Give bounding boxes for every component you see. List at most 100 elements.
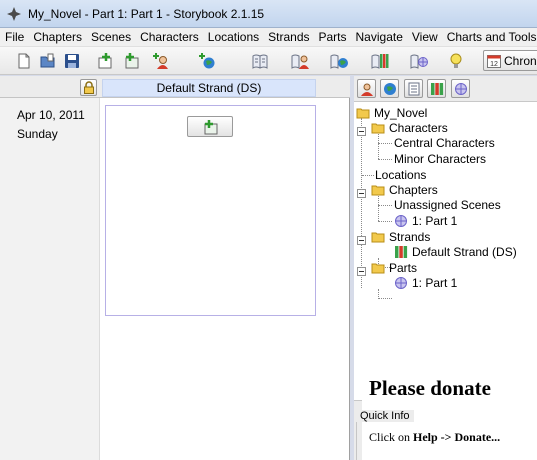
idea-bulb-icon[interactable] <box>446 51 466 71</box>
tree-connector <box>361 118 362 288</box>
strand-book-icon[interactable] <box>370 51 390 71</box>
folder-icon <box>371 263 385 274</box>
show-locations-button[interactable] <box>380 79 399 98</box>
tree-node-label: Central Characters <box>394 136 495 150</box>
tree-node-label: Default Strand (DS) <box>412 245 517 259</box>
folder-icon <box>371 185 385 196</box>
date-label: Apr 10, 2011 <box>17 108 85 122</box>
tree-node-label: 1: Part 1 <box>412 214 458 228</box>
tree-node-part[interactable]: 1: Part 1 <box>394 213 457 229</box>
strand-header: Default Strand (DS) <box>0 76 350 98</box>
menu-locations[interactable]: Locations <box>203 30 263 44</box>
chapter-book-icon[interactable] <box>250 51 270 71</box>
collapse-toggle[interactable] <box>357 236 366 245</box>
menu-view[interactable]: View <box>407 30 442 44</box>
tree-node-label: Strands <box>389 230 431 244</box>
donate-instructions: Click on Help -> Donate... <box>369 430 500 445</box>
menu-file[interactable]: File <box>0 30 28 44</box>
tree-connector <box>378 143 392 144</box>
menu-strands[interactable]: Strands <box>263 30 313 44</box>
collapse-toggle[interactable] <box>357 267 366 276</box>
scene-cell[interactable] <box>105 105 316 316</box>
tree-connector <box>362 175 374 176</box>
tree-node-minor-characters[interactable]: Minor Characters <box>394 151 486 167</box>
tree-node-part-1[interactable]: 1: Part 1 <box>394 275 457 291</box>
date-column: Apr 10, 2011 Sunday <box>0 98 100 460</box>
window-title: My_Novel - Part 1: Part 1 - Storybook 2.… <box>28 7 265 21</box>
tree-connector <box>378 221 392 222</box>
weekday-label: Sunday <box>17 127 58 141</box>
menu-scenes[interactable]: Scenes <box>86 30 135 44</box>
tree-node-locations[interactable]: Locations <box>375 167 426 183</box>
chapter-icon <box>408 82 419 95</box>
character-icon <box>360 83 373 96</box>
show-characters-button[interactable] <box>357 79 376 98</box>
open-folder-icon[interactable] <box>38 51 58 71</box>
tree-node-label: My_Novel <box>374 106 428 120</box>
tree-node-label: Locations <box>375 168 427 182</box>
tree-node-root[interactable]: My_Novel <box>356 105 427 121</box>
main-toolbar: 12 Chron <box>0 47 537 75</box>
folder-icon <box>371 232 385 243</box>
collapse-toggle[interactable] <box>357 189 366 198</box>
menu-characters[interactable]: Characters <box>135 30 203 44</box>
tree-node-label: 1: Part 1 <box>412 276 458 290</box>
tree-node-chapters[interactable]: Chapters <box>371 182 438 198</box>
tree-node-parts[interactable]: Parts <box>371 260 417 276</box>
strand-icon <box>430 82 443 95</box>
project-tree: My_Novel Characters Central Characters M… <box>354 101 537 401</box>
menu-parts[interactable]: Parts <box>314 30 351 44</box>
character-book-icon[interactable] <box>290 51 310 71</box>
part-icon <box>395 277 407 289</box>
tree-node-label: Characters <box>389 121 448 135</box>
show-chapters-button[interactable] <box>404 79 423 98</box>
svg-text:12: 12 <box>490 61 498 68</box>
storybook-app-icon[interactable] <box>6 6 22 22</box>
chrono-label: Chron <box>504 53 537 68</box>
globe-icon <box>383 82 396 95</box>
new-scene-icon <box>204 119 218 134</box>
tree-connector <box>378 298 392 299</box>
menu-charts-and-tools[interactable]: Charts and Tools <box>442 30 537 44</box>
menu-chapters[interactable]: Chapters <box>28 30 86 44</box>
new-file-icon[interactable] <box>14 51 34 71</box>
tree-node-label: Minor Characters <box>394 152 487 166</box>
save-disk-icon[interactable] <box>62 51 82 71</box>
show-strands-button[interactable] <box>427 79 446 98</box>
donate-heading: Please donate <box>369 376 491 400</box>
location-book-icon[interactable] <box>329 51 349 71</box>
tree-node-central-characters[interactable]: Central Characters <box>394 135 495 151</box>
folder-icon <box>356 108 370 119</box>
tree-connector <box>378 159 392 160</box>
new-character-icon[interactable] <box>150 51 170 71</box>
tree-node-label: Parts <box>389 261 418 275</box>
window-title-bar: My_Novel - Part 1: Part 1 - Storybook 2.… <box>0 0 537 28</box>
part-icon <box>454 82 467 95</box>
donate-text-prefix: Click on <box>369 430 413 444</box>
tree-connector <box>378 134 379 159</box>
quick-info-title: Quick Info <box>356 410 414 422</box>
tree-node-unassigned-scenes[interactable]: Unassigned Scenes <box>394 197 501 213</box>
show-parts-button[interactable] <box>451 79 470 98</box>
part-icon <box>395 215 407 227</box>
part-book-icon[interactable] <box>409 51 429 71</box>
new-location-icon[interactable] <box>196 51 216 71</box>
strand-column-header[interactable]: Default Strand (DS) <box>102 79 316 97</box>
tree-connector <box>378 205 392 206</box>
tree-node-characters[interactable]: Characters <box>371 120 448 136</box>
tree-toolbar <box>354 76 537 100</box>
tree-node-default-strand[interactable]: Default Strand (DS) <box>394 244 517 260</box>
donate-menu-path: Help -> Donate... <box>413 430 501 444</box>
new-chapter-icon[interactable] <box>96 51 116 71</box>
tree-node-strands[interactable]: Strands <box>371 229 430 245</box>
folder-icon <box>371 123 385 134</box>
tree-node-label: Chapters <box>389 183 438 197</box>
chrono-view-button[interactable]: 12 Chron <box>483 50 537 71</box>
menu-navigate[interactable]: Navigate <box>351 30 407 44</box>
collapse-toggle[interactable] <box>357 127 366 136</box>
tree-connector <box>378 196 379 221</box>
chrono-view-panel: Default Strand (DS) Apr 10, 2011 Sunday <box>0 76 350 460</box>
add-scene-button[interactable] <box>187 116 233 137</box>
lock-button[interactable] <box>80 79 97 96</box>
new-scene-icon[interactable] <box>121 51 141 71</box>
